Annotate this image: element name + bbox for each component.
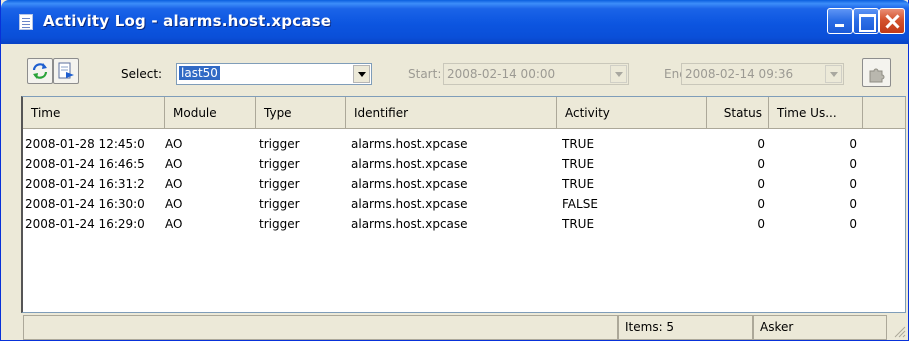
column-header-filler	[863, 97, 906, 129]
status-items-count: Items: 5	[618, 315, 753, 340]
document-icon	[19, 14, 33, 30]
export-button[interactable]	[53, 58, 79, 84]
start-label: Start:	[408, 67, 442, 81]
column-header-activity[interactable]: Activity	[557, 97, 707, 129]
title-bar[interactable]: Activity Log - alarms.host.xpcase	[1, 0, 909, 44]
table-row[interactable]: 2008-01-24 16:46:5 AO trigger alarms.hos…	[23, 155, 905, 174]
resize-grip-icon[interactable]	[894, 326, 906, 338]
chevron-down-icon[interactable]	[825, 65, 842, 83]
minimize-button[interactable]	[827, 8, 853, 34]
cell-identifier: alarms.host.xpcase	[351, 137, 468, 151]
refresh-button[interactable]	[27, 58, 53, 84]
cell-time-used: 0	[849, 197, 857, 211]
cell-status: 0	[757, 197, 765, 211]
table-row[interactable]: 2008-01-28 12:45:0 AO trigger alarms.hos…	[23, 135, 905, 154]
end-value: 2008-02-14 09:36	[685, 67, 794, 81]
start-datetime-field[interactable]: 2008-02-14 00:00	[443, 63, 629, 85]
column-header-type[interactable]: Type	[256, 97, 346, 129]
cell-time-used: 0	[849, 137, 857, 151]
settings-button[interactable]	[862, 58, 891, 87]
cell-type: trigger	[259, 217, 300, 231]
activity-log-window: Activity Log - alarms.host.xpcase Select…	[0, 0, 909, 341]
column-header-time[interactable]: Time	[23, 97, 165, 129]
cell-identifier: alarms.host.xpcase	[351, 217, 468, 231]
table-row[interactable]: 2008-01-24 16:29:0 AO trigger alarms.hos…	[23, 215, 905, 234]
status-bar: Items: 5 Asker	[1, 313, 909, 341]
cell-activity: TRUE	[562, 177, 595, 191]
select-value: last50	[179, 66, 220, 80]
select-dropdown[interactable]: last50	[176, 63, 372, 85]
cell-type: trigger	[259, 177, 300, 191]
cell-status: 0	[757, 157, 765, 171]
cell-identifier: alarms.host.xpcase	[351, 197, 468, 211]
start-value: 2008-02-14 00:00	[447, 67, 556, 81]
end-datetime-field[interactable]: 2008-02-14 09:36	[681, 63, 844, 85]
cell-module: AO	[165, 137, 183, 151]
cell-activity: TRUE	[562, 157, 595, 171]
cell-module: AO	[165, 197, 183, 211]
cell-status: 0	[757, 217, 765, 231]
close-button[interactable]	[879, 8, 905, 34]
cell-module: AO	[165, 177, 183, 191]
chevron-down-icon[interactable]	[353, 65, 370, 83]
column-header-status[interactable]: Status	[707, 97, 769, 129]
refresh-icon	[32, 63, 48, 79]
column-header-identifier[interactable]: Identifier	[346, 97, 557, 129]
cell-status: 0	[757, 177, 765, 191]
column-header-time-used[interactable]: Time Us...	[769, 97, 863, 129]
table-row[interactable]: 2008-01-24 16:31:2 AO trigger alarms.hos…	[23, 175, 905, 194]
status-message-panel	[23, 315, 618, 340]
select-label: Select:	[121, 67, 163, 81]
cell-time: 2008-01-24 16:46:5	[25, 157, 145, 171]
toolbar: Select: last50 Start: 2008-02-14 00:00 E…	[1, 44, 909, 96]
list-header: Time Module Type Identifier Activity Sta…	[23, 97, 906, 129]
cell-module: AO	[165, 217, 183, 231]
status-user: Asker	[753, 315, 887, 340]
cell-identifier: alarms.host.xpcase	[351, 177, 468, 191]
cell-time-used: 0	[849, 157, 857, 171]
export-icon	[58, 62, 74, 79]
puzzle-icon	[869, 68, 885, 83]
cell-status: 0	[757, 137, 765, 151]
activity-list[interactable]: Time Module Type Identifier Activity Sta…	[21, 96, 906, 313]
cell-activity: TRUE	[562, 217, 595, 231]
cell-activity: TRUE	[562, 137, 595, 151]
maximize-button[interactable]	[853, 8, 879, 34]
cell-type: trigger	[259, 137, 300, 151]
cell-time: 2008-01-24 16:29:0	[25, 217, 145, 231]
cell-time: 2008-01-24 16:31:2	[25, 177, 145, 191]
column-header-module[interactable]: Module	[165, 97, 256, 129]
cell-type: trigger	[259, 197, 300, 211]
table-row[interactable]: 2008-01-24 16:30:0 AO trigger alarms.hos…	[23, 195, 905, 214]
cell-time-used: 0	[849, 217, 857, 231]
cell-module: AO	[165, 157, 183, 171]
cell-time: 2008-01-24 16:30:0	[25, 197, 145, 211]
chevron-down-icon[interactable]	[610, 65, 627, 83]
cell-time-used: 0	[849, 177, 857, 191]
cell-type: trigger	[259, 157, 300, 171]
window-title: Activity Log - alarms.host.xpcase	[43, 12, 332, 30]
cell-identifier: alarms.host.xpcase	[351, 157, 468, 171]
cell-time: 2008-01-28 12:45:0	[25, 137, 145, 151]
cell-activity: FALSE	[562, 197, 598, 211]
